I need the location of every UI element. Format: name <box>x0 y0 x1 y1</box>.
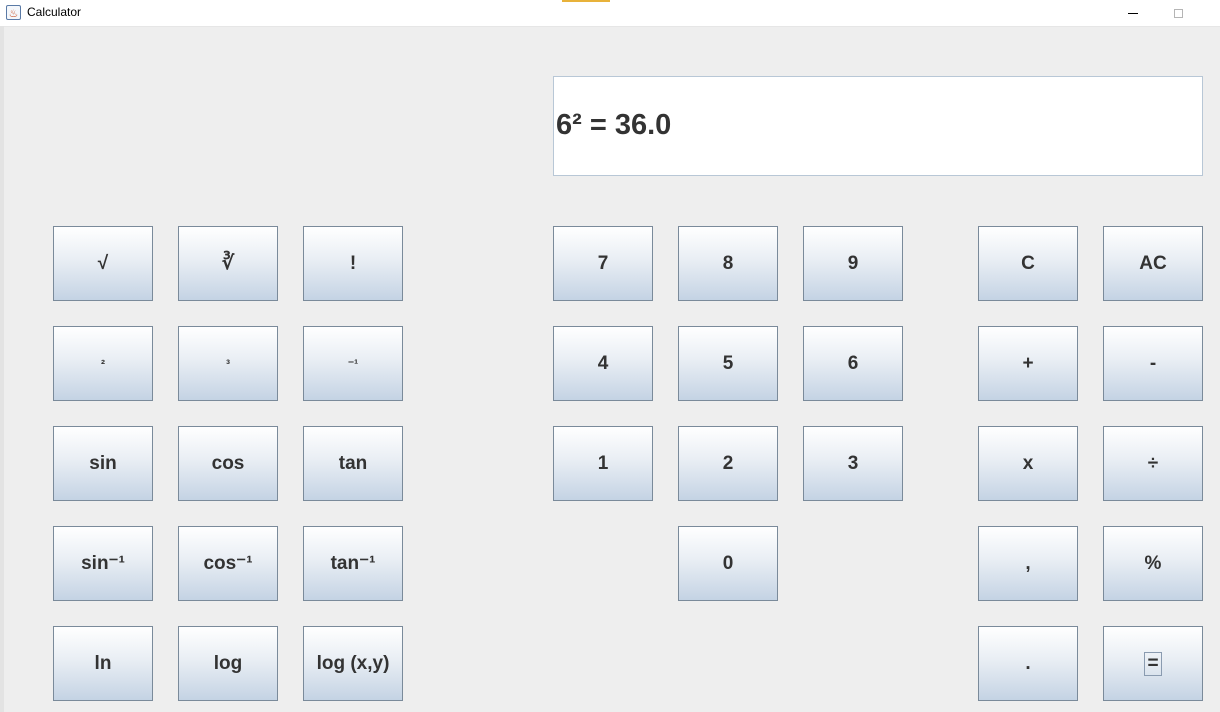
acos-button[interactable]: cos⁻¹ <box>178 526 278 601</box>
digit-2-button[interactable]: 2 <box>678 426 778 501</box>
digit-7-label: 7 <box>597 252 609 274</box>
decimal-button[interactable]: . <box>978 626 1078 701</box>
all-clear-button[interactable]: AC <box>1103 226 1203 301</box>
percent-label: % <box>1144 552 1162 574</box>
multiply-button[interactable]: x <box>978 426 1078 501</box>
digit-3-label: 3 <box>847 452 859 474</box>
digit-3-button[interactable]: 3 <box>803 426 903 501</box>
digit-4-label: 4 <box>597 352 609 374</box>
sqrt-button[interactable]: √ <box>53 226 153 301</box>
digit-7-button[interactable]: 7 <box>553 226 653 301</box>
percent-button[interactable]: % <box>1103 526 1203 601</box>
digit-1-label: 1 <box>597 452 609 474</box>
result-display: 6² = 36.0 <box>553 76 1203 176</box>
minus-button[interactable]: - <box>1103 326 1203 401</box>
asin-label: sin⁻¹ <box>81 553 125 574</box>
comma-label: , <box>1025 552 1031 574</box>
factorial-button[interactable]: ! <box>303 226 403 301</box>
maximize-button[interactable] <box>1155 0 1201 26</box>
digit-6-label: 6 <box>847 352 859 374</box>
atan-button[interactable]: tan⁻¹ <box>303 526 403 601</box>
digit-6-button[interactable]: 6 <box>803 326 903 401</box>
minus-label: - <box>1149 352 1157 374</box>
cube-button[interactable]: ³ <box>178 326 278 401</box>
digit-0-button[interactable]: 0 <box>678 526 778 601</box>
cos-label: cos <box>211 452 245 474</box>
square-label: ² <box>101 356 105 371</box>
equals-label: = <box>1144 651 1162 676</box>
window-title: Calculator <box>27 5 82 19</box>
cbrt-button[interactable]: ∛ <box>178 226 278 301</box>
cos-button[interactable]: cos <box>178 426 278 501</box>
digit-4-button[interactable]: 4 <box>553 326 653 401</box>
tan-label: tan <box>338 452 368 474</box>
digit-8-button[interactable]: 8 <box>678 226 778 301</box>
decimal-label: . <box>1025 652 1031 674</box>
tan-button[interactable]: tan <box>303 426 403 501</box>
log-button[interactable]: log <box>178 626 278 701</box>
minimize-button[interactable] <box>1110 0 1156 26</box>
digit-9-button[interactable]: 9 <box>803 226 903 301</box>
divide-button[interactable]: ÷ <box>1103 426 1203 501</box>
factorial-label: ! <box>349 252 357 274</box>
clear-label: C <box>1021 252 1035 274</box>
clear-button[interactable]: C <box>978 226 1078 301</box>
digit-8-label: 8 <box>722 252 734 274</box>
square-button[interactable]: ² <box>53 326 153 401</box>
cube-label: ³ <box>226 356 230 371</box>
inverse-button[interactable]: ⁻¹ <box>303 326 403 401</box>
title-bar: ♨ Calculator <box>0 0 1220 27</box>
sin-button[interactable]: sin <box>53 426 153 501</box>
comma-button[interactable]: , <box>978 526 1078 601</box>
display-text: 6² = 36.0 <box>556 109 672 141</box>
maximize-icon <box>1173 8 1183 18</box>
digit-5-label: 5 <box>722 352 734 374</box>
asin-button[interactable]: sin⁻¹ <box>53 526 153 601</box>
logxy-label: log (x,y) <box>316 652 390 674</box>
equals-button[interactable]: = <box>1103 626 1203 701</box>
digit-0-label: 0 <box>722 552 734 574</box>
ln-label: ln <box>94 652 112 674</box>
all-clear-label: AC <box>1139 252 1167 274</box>
divide-label: ÷ <box>1147 452 1159 474</box>
digit-2-label: 2 <box>722 452 734 474</box>
sqrt-label: √ <box>97 252 109 274</box>
logxy-button[interactable]: log (x,y) <box>303 626 403 701</box>
plus-label: + <box>1022 352 1034 374</box>
plus-button[interactable]: + <box>978 326 1078 401</box>
cbrt-label: ∛ <box>221 253 235 274</box>
digit-5-button[interactable]: 5 <box>678 326 778 401</box>
digit-9-label: 9 <box>847 252 859 274</box>
digit-1-button[interactable]: 1 <box>553 426 653 501</box>
java-cup-icon: ♨ <box>6 5 21 20</box>
minimize-icon <box>1128 12 1138 14</box>
taskbar-accent <box>562 0 610 2</box>
sin-label: sin <box>89 452 117 474</box>
inverse-label: ⁻¹ <box>347 356 359 371</box>
multiply-label: x <box>1022 452 1034 474</box>
log-label: log <box>213 652 243 674</box>
acos-label: cos⁻¹ <box>203 553 253 574</box>
atan-label: tan⁻¹ <box>330 553 376 574</box>
window-edge <box>0 26 4 712</box>
ln-button[interactable]: ln <box>53 626 153 701</box>
